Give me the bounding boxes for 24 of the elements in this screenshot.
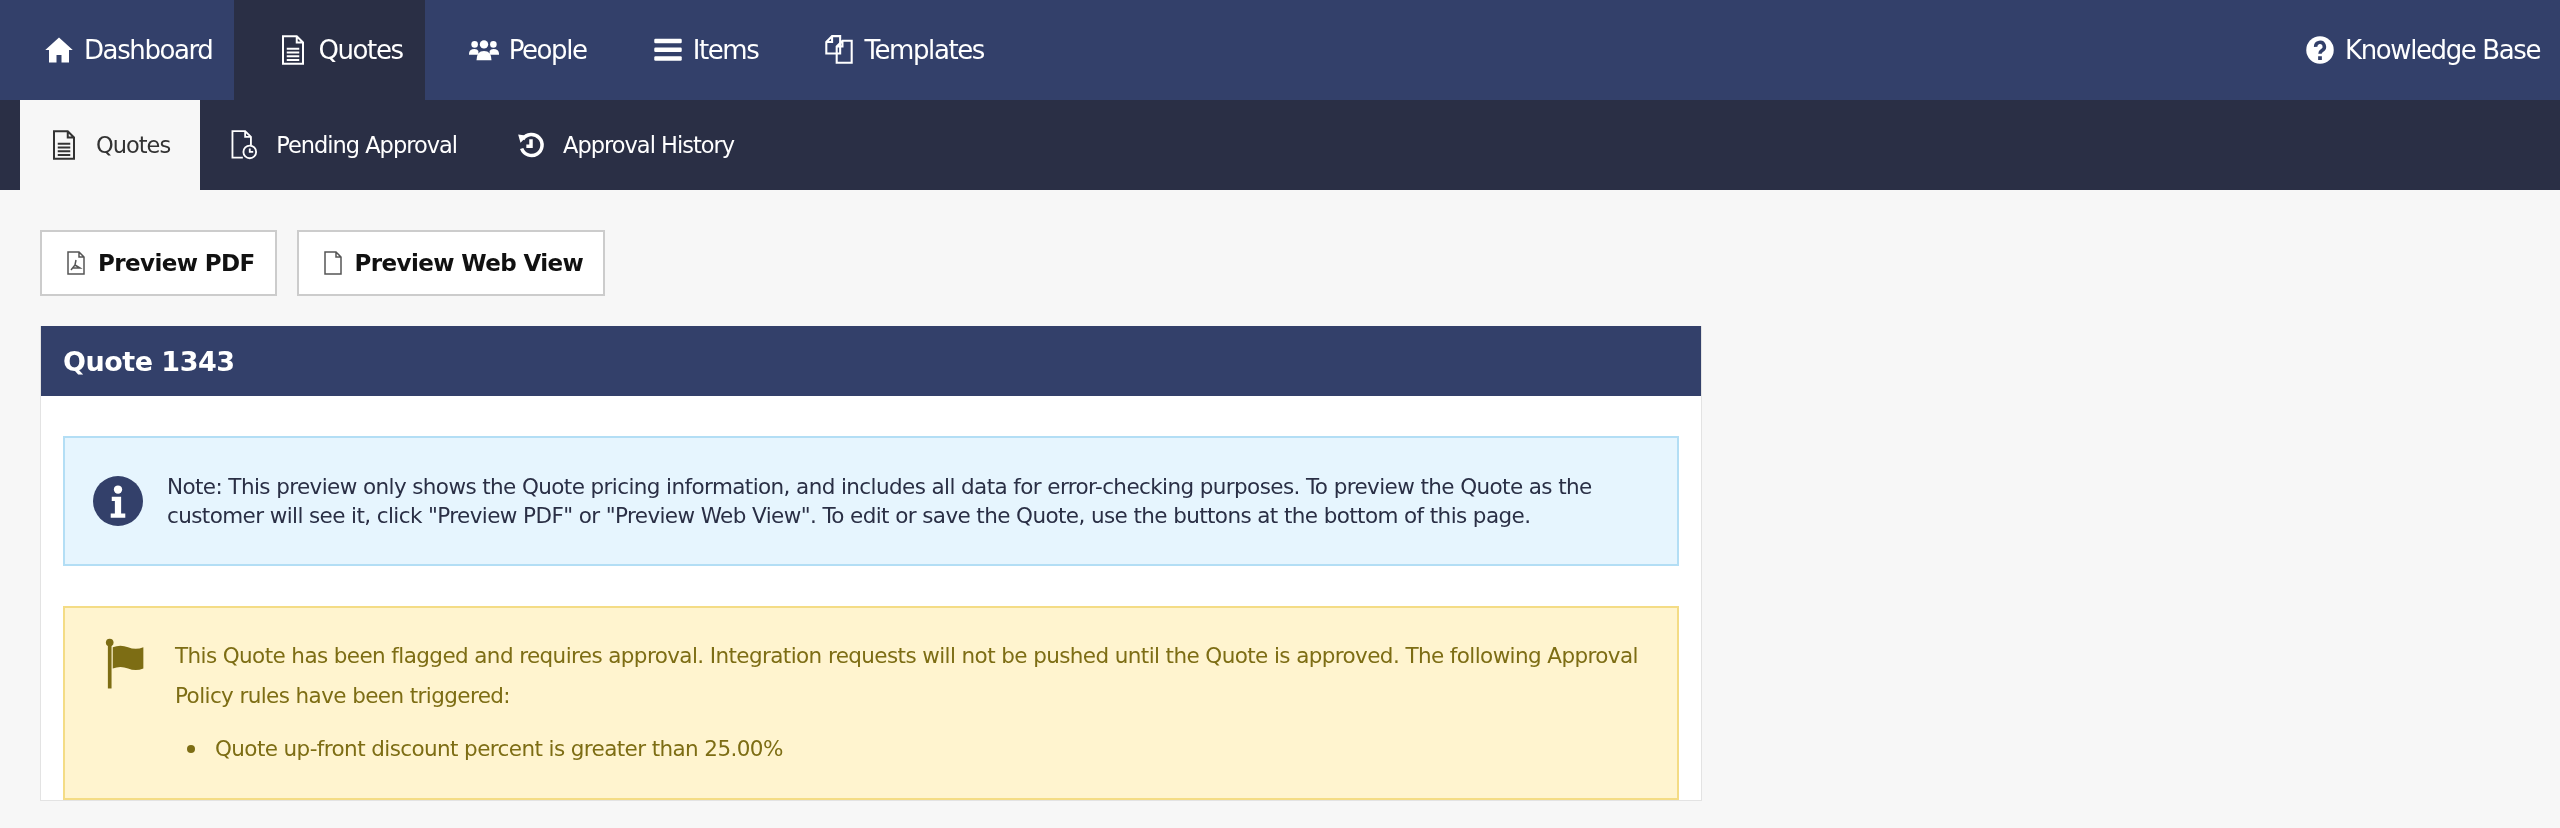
pdf-file-icon: [66, 251, 86, 275]
document-icon: [50, 130, 78, 160]
home-icon: [44, 35, 74, 65]
knowledge-base-link[interactable]: Knowledge Base: [2281, 0, 2560, 100]
policy-rule: Quote up-front discount percent is greater than 25.00%: [187, 734, 1653, 764]
preview-button[interactable]: Preview Web View: [296, 230, 606, 296]
info-note: Note: This preview only shows the Quote pricing information, and includes all data for error-checking purposes. To preview the Quote as the customer will see it, click "Preview PDF" or "Preview Web View". To edit or save the Quote, use the buttons at the bottom of this page.: [167, 473, 1593, 530]
nav-tab[interactable]: People: [424, 0, 609, 100]
nav-tab[interactable]: Templates: [780, 0, 1006, 100]
sub-tab[interactable]: Approval History: [487, 100, 765, 190]
sub-tab[interactable]: Pending Approval: [200, 100, 488, 190]
clock-document-icon: [230, 130, 259, 160]
sub-tab[interactable]: Quotes: [20, 100, 201, 190]
help-icon: [2305, 35, 2336, 65]
panel-title: Quote 1343: [41, 326, 1701, 396]
nav-tab[interactable]: Items: [608, 0, 781, 100]
file-icon: [322, 251, 343, 275]
warning-message: This Quote has been flagged and requires approval. Integration requests will not be pushed until the Quote is approved. The following Approval Policy rules have been triggered:: [175, 642, 1639, 710]
info-icon: [93, 476, 143, 526]
nav-tab[interactable]: Dashboard: [0, 0, 235, 100]
nav-tab[interactable]: Quotes: [234, 0, 425, 100]
copies-icon: [824, 35, 855, 65]
preview-button[interactable]: Preview PDF: [40, 230, 277, 296]
history-icon: [517, 130, 546, 160]
